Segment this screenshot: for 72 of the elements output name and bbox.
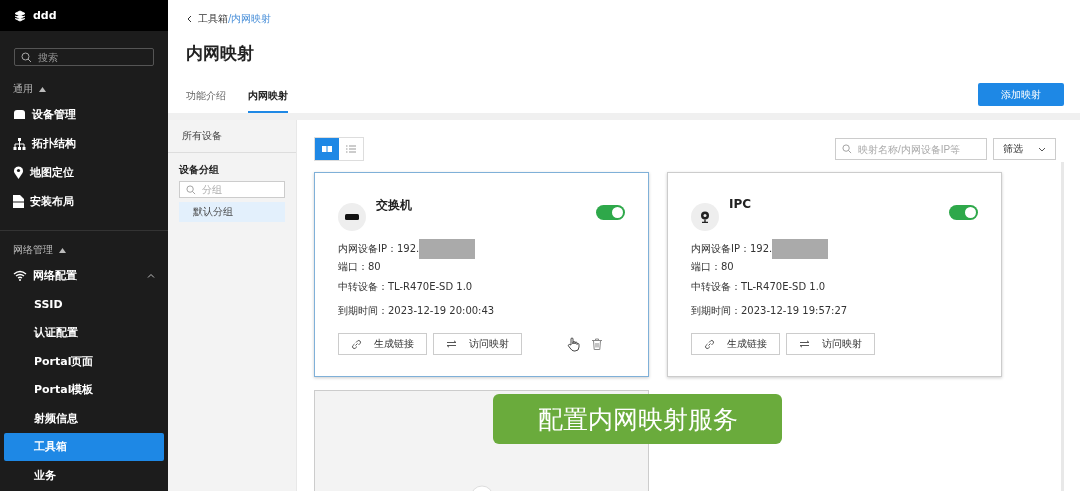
hand-cursor-icon [567,336,580,352]
nav-item[interactable]: 工具箱 [4,432,164,461]
ip-label: 内网设备IP：192. [338,242,420,256]
toggle-switch[interactable] [596,204,625,220]
nav-item[interactable]: 网络配置 [0,261,168,290]
caret-icon[interactable] [59,247,66,253]
chevron-icon[interactable] [147,273,155,278]
swap-arrows-icon [799,340,810,348]
relay-text: 中转设备：TL-R470E-SD 1.0 [338,280,474,294]
nav-item[interactable]: Portal模板 [4,375,164,404]
port-text: 端口：80 [338,260,382,274]
page-title: 内网映射 [186,42,255,65]
switch-icon [345,214,359,220]
search-icon [186,184,196,195]
link-icon [351,338,362,350]
wifi-icon [13,270,27,281]
device-name: 交换机 [376,197,412,214]
swap-arrows-icon [446,340,457,348]
search-input[interactable]: 搜索 [38,50,147,64]
group-item[interactable]: 默认分组 [179,202,285,222]
breadcrumb-current: /内网映射 [228,12,272,26]
nav-item[interactable]: 安装布局 [0,187,168,216]
section-title[interactable]: 网络管理 [13,243,53,257]
webcam-icon [700,211,710,223]
list-icon [346,145,356,153]
visit-mapping-button[interactable]: 访问映射 [433,333,522,355]
port-text: 端口：80 [691,260,735,274]
back-icon[interactable] [186,15,192,23]
location-pin-icon [13,166,24,179]
caption-toast: 配置内网映射服务 [493,394,782,444]
section-title[interactable]: 通用 [13,82,33,96]
filter-dropdown[interactable]: 筛选 [993,138,1056,160]
drive-icon [13,109,26,120]
search-field[interactable]: 搜索 [14,48,154,66]
visit-mapping-button[interactable]: 访问映射 [786,333,875,355]
caret-icon[interactable] [39,86,46,92]
tab[interactable]: 内网映射 [248,89,288,113]
nav-item[interactable]: 认证配置 [4,318,164,347]
relay-text: 中转设备：TL-R470E-SD 1.0 [691,280,827,294]
hierarchy-icon [13,137,26,150]
group-search-field[interactable]: 分组 [179,181,285,198]
nav-item[interactable]: Portal页面 [4,347,164,376]
breadcrumb-link[interactable]: 工具箱 [198,12,228,26]
chevron-icon [1038,146,1046,152]
trash-icon[interactable] [592,338,602,350]
grid-icon [322,146,332,152]
document-icon [13,195,24,208]
nav-item[interactable]: 射频信息 [4,404,164,433]
search-icon [21,51,32,63]
tab[interactable]: 功能介绍 [186,89,226,113]
org-name[interactable]: ddd [33,9,57,22]
mapping-card[interactable]: 交换机 内网设备IP：192. 端口：80 中转设备：TL-R470E-SD 1.0 到期时间：2023-12-19 20:00:43 生成链接 访问映射 [314,172,649,377]
group-heading: 设备分组 [178,163,220,177]
nav-item[interactable]: 设备管理 [0,100,168,129]
device-name: IPC [729,197,752,211]
search-icon [842,144,852,154]
expiry-text: 到期时间：2023-12-19 20:00:43 [338,304,496,318]
nav-item[interactable]: 业务 [4,461,164,490]
all-devices-item[interactable]: 所有设备 [168,120,296,153]
nav-item[interactable]: SSID [4,290,164,319]
link-icon [704,338,715,350]
mapping-card[interactable]: IPC 内网设备IP：192. 端口：80 中转设备：TL-R470E-SD 1.0 到期时间：2023-12-19 19:57:27 生成链接 访问映射 [667,172,1002,377]
grid-view-button[interactable] [315,138,339,160]
nav-item[interactable]: 地图定位 [0,158,168,187]
toggle-switch[interactable] [949,204,978,220]
nav-item[interactable]: 拓扑结构 [0,129,168,158]
generate-link-button[interactable]: 生成链接 [691,333,780,355]
expiry-text: 到期时间：2023-12-19 19:57:27 [691,304,849,318]
generate-link-button[interactable]: 生成链接 [338,333,427,355]
ip-label: 内网设备IP：192. [691,242,773,256]
layers-icon [14,9,26,22]
add-button[interactable]: 添加映射 [978,83,1064,106]
